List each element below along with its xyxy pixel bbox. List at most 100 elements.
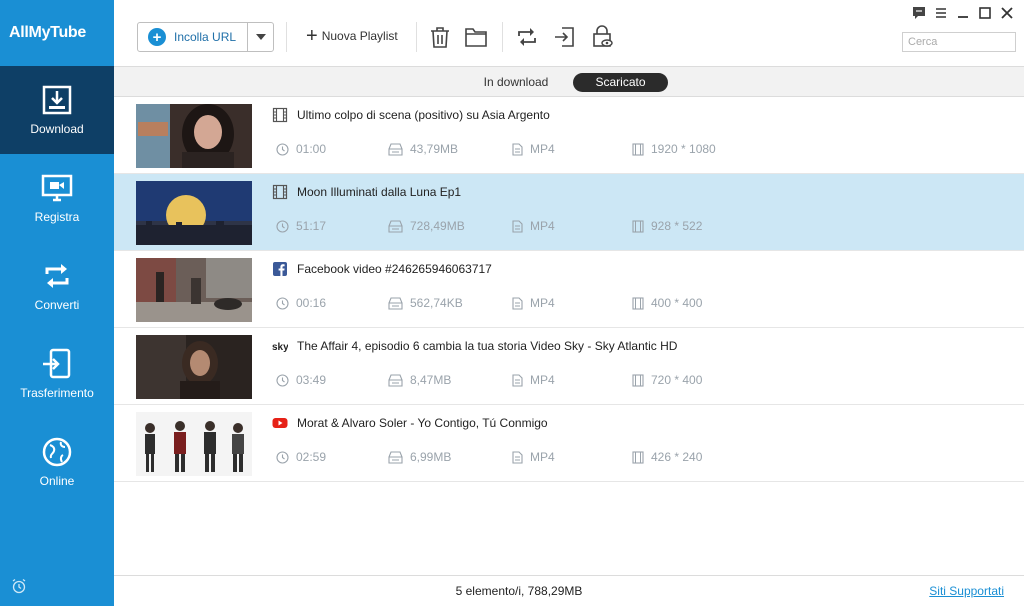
privacy-icon[interactable]	[590, 25, 614, 49]
toolbar: + Incolla URL + Nuova Playlist	[114, 0, 1024, 67]
video-resolution: 928 * 522	[632, 219, 702, 233]
film-icon	[272, 184, 288, 200]
disk-icon	[388, 219, 403, 233]
close-icon[interactable]	[1000, 6, 1014, 20]
sidebar-item-online[interactable]: Online	[0, 418, 114, 506]
sidebar-item-label: Online	[39, 474, 75, 488]
video-duration: 01:00	[276, 142, 326, 156]
download-icon	[42, 85, 72, 115]
globe-icon	[42, 437, 72, 467]
film-icon	[632, 296, 644, 310]
new-playlist-label: Nuova Playlist	[321, 29, 398, 43]
file-icon	[512, 296, 523, 310]
supported-sites-link[interactable]: Siti Supportati	[929, 584, 1004, 598]
video-size: 8,47MB	[388, 373, 451, 387]
video-size: 6,99MB	[388, 450, 451, 464]
table-row[interactable]: Moon Illuminati dalla Luna Ep1 51:17 728…	[114, 174, 1024, 251]
paste-url-main[interactable]: + Incolla URL	[138, 23, 247, 51]
disk-icon	[388, 450, 403, 464]
table-row[interactable]: sky The Affair 4, episodio 6 cambia la t…	[114, 328, 1024, 405]
alarm-clock-icon[interactable]	[11, 578, 27, 594]
clock-icon	[276, 373, 289, 387]
video-title: The Affair 4, episodio 6 cambia la tua s…	[297, 339, 678, 353]
video-thumbnail	[136, 335, 252, 399]
search-input[interactable]	[902, 32, 1016, 52]
video-size: 728,49MB	[388, 219, 465, 233]
video-format: MP4	[512, 142, 555, 156]
video-format: MP4	[512, 450, 555, 464]
file-icon	[512, 219, 523, 233]
video-thumbnail	[136, 412, 252, 476]
new-playlist-button[interactable]: + Nuova Playlist	[306, 26, 398, 46]
youtube-icon	[272, 418, 288, 428]
file-icon	[512, 373, 523, 387]
import-icon[interactable]	[553, 25, 577, 49]
sidebar-item-label: Download	[30, 122, 84, 136]
tab-downloaded[interactable]: Scaricato	[573, 73, 668, 92]
film-icon	[272, 107, 288, 123]
video-title: Ultimo colpo di scena (positivo) su Asia…	[297, 108, 550, 122]
film-icon	[632, 219, 644, 233]
status-bar: 5 elemento/i, 788,29MB Siti Supportati	[114, 575, 1024, 606]
items-summary: 5 elemento/i, 788,29MB	[455, 584, 583, 598]
video-resolution: 400 * 400	[632, 296, 702, 310]
film-icon	[632, 373, 644, 387]
file-icon	[512, 142, 523, 156]
film-icon	[632, 142, 644, 156]
feedback-icon[interactable]	[912, 6, 926, 20]
chevron-down-icon	[255, 34, 266, 40]
video-size: 43,79MB	[388, 142, 458, 156]
video-resolution: 720 * 400	[632, 373, 702, 387]
film-icon	[632, 450, 644, 464]
table-row[interactable]: Morat & Alvaro Soler - Yo Contigo, Tú Co…	[114, 405, 1024, 482]
disk-icon	[388, 142, 403, 156]
sidebar-item-label: Trasferimento	[20, 386, 94, 400]
video-title: Morat & Alvaro Soler - Yo Contigo, Tú Co…	[297, 416, 548, 430]
video-thumbnail	[136, 258, 252, 322]
sidebar-item-download[interactable]: Download	[0, 66, 114, 154]
menu-icon[interactable]	[934, 6, 948, 20]
table-row[interactable]: Facebook video #246265946063717 00:16 56…	[114, 251, 1024, 328]
facebook-icon	[273, 262, 287, 276]
app-logo: AllMyTube	[9, 24, 87, 41]
sidebar-item-transfer[interactable]: Trasferimento	[0, 330, 114, 418]
toolbar-separator	[416, 22, 417, 52]
video-size: 562,74KB	[388, 296, 463, 310]
maximize-icon[interactable]	[978, 6, 992, 20]
toolbar-separator	[502, 22, 503, 52]
paste-url-button[interactable]: + Incolla URL	[137, 22, 274, 52]
video-resolution: 426 * 240	[632, 450, 702, 464]
sidebar-item-convert[interactable]: Converti	[0, 242, 114, 330]
video-format: MP4	[512, 373, 555, 387]
video-title: Facebook video #246265946063717	[297, 262, 492, 276]
transfer-icon	[43, 348, 71, 379]
sidebar-item-label: Registra	[34, 210, 80, 224]
video-thumbnail	[136, 104, 252, 168]
minimize-icon[interactable]	[956, 6, 970, 20]
convert-icon	[45, 264, 69, 288]
sidebar-item-label: Converti	[34, 298, 80, 312]
disk-icon	[388, 296, 403, 310]
toolbar-separator	[286, 22, 287, 52]
video-resolution: 1920 * 1080	[632, 142, 716, 156]
video-duration: 51:17	[276, 219, 326, 233]
table-row[interactable]: Ultimo colpo di scena (positivo) su Asia…	[114, 97, 1024, 174]
video-list: Ultimo colpo di scena (positivo) su Asia…	[114, 97, 1024, 482]
file-icon	[512, 450, 523, 464]
paste-url-label: Incolla URL	[174, 30, 237, 44]
tab-downloading[interactable]: In download	[466, 73, 566, 92]
sky-icon: sky	[272, 342, 288, 353]
plus-icon: +	[306, 25, 318, 47]
convert-icon[interactable]	[515, 25, 539, 49]
clock-icon	[276, 219, 289, 233]
trash-icon[interactable]	[428, 25, 452, 49]
svg-text:sky: sky	[272, 342, 288, 353]
sidebar-item-record[interactable]: Registra	[0, 154, 114, 242]
video-thumbnail	[136, 181, 252, 245]
clock-icon	[276, 142, 289, 156]
video-duration: 00:16	[276, 296, 326, 310]
folder-icon[interactable]	[464, 25, 488, 49]
paste-url-dropdown[interactable]	[247, 23, 273, 51]
video-duration: 02:59	[276, 450, 326, 464]
clock-icon	[276, 296, 289, 310]
